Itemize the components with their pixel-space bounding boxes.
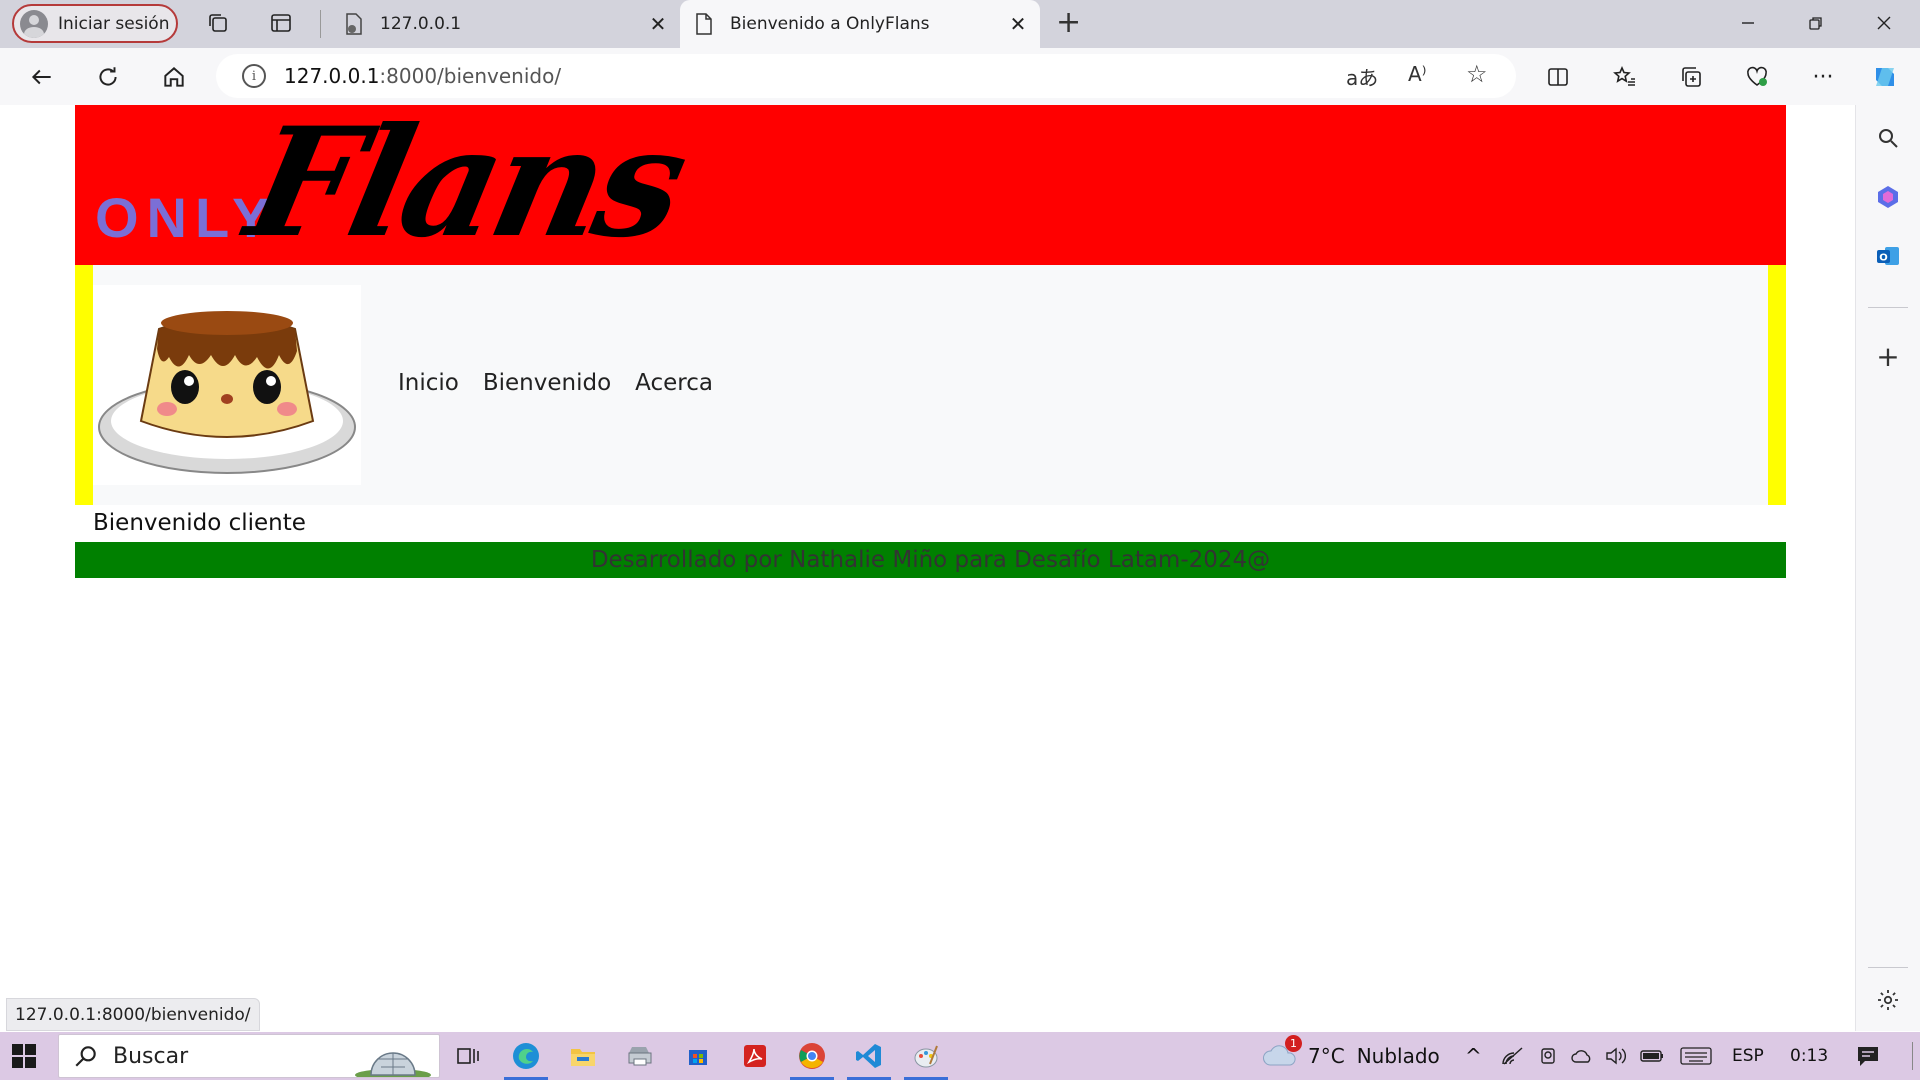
microsoft-store-icon[interactable] bbox=[682, 1040, 714, 1072]
show-desktop-divider[interactable] bbox=[1912, 1042, 1913, 1070]
acrobat-reader-icon[interactable] bbox=[739, 1040, 771, 1072]
flan-logo-image bbox=[93, 285, 361, 485]
workspaces-icon[interactable] bbox=[203, 8, 233, 38]
svg-text:O: O bbox=[1879, 253, 1888, 264]
url-host: 127.0.0.1 bbox=[284, 64, 380, 88]
task-view-icon[interactable] bbox=[452, 1040, 484, 1072]
outlook-icon[interactable]: O bbox=[1873, 241, 1903, 271]
tab-title: 127.0.0.1 bbox=[380, 14, 462, 34]
url-path: :8000/bienvenido/ bbox=[379, 64, 562, 88]
tab-title: Bienvenido a OnlyFlans bbox=[730, 14, 930, 34]
file-explorer-icon[interactable] bbox=[567, 1040, 599, 1072]
search-icon bbox=[73, 1043, 99, 1069]
weather-temperature: 7°C bbox=[1308, 1044, 1345, 1068]
close-tab-icon[interactable]: ✕ bbox=[1006, 12, 1030, 36]
page-icon bbox=[694, 13, 714, 35]
site-footer: Desarrollado por Nathalie Miño para Desa… bbox=[75, 542, 1786, 578]
nav-link-bienvenido[interactable]: Bienvenido bbox=[483, 370, 611, 396]
battery-icon[interactable] bbox=[1640, 1032, 1664, 1080]
nav-link-inicio[interactable]: Inicio bbox=[398, 370, 459, 396]
browser-tab-strip: Iniciar sesión 127.0.0.1 ✕ Bienvenido a … bbox=[0, 0, 1920, 48]
vscode-icon[interactable] bbox=[847, 1040, 891, 1080]
tab-actions-icon[interactable] bbox=[266, 8, 296, 38]
cloud-icon: 1 bbox=[1262, 1035, 1302, 1071]
favorite-star-icon[interactable]: ☆ bbox=[1466, 60, 1488, 88]
sidebar-divider bbox=[1868, 307, 1908, 308]
browser-essentials-icon[interactable] bbox=[1740, 60, 1774, 94]
windows-taskbar: Buscar 1 7°C Nublado ^ ESP 0:13 bbox=[0, 1032, 1920, 1081]
show-hidden-icons-chevron-up-icon[interactable]: ^ bbox=[1465, 1032, 1482, 1080]
printer-app-icon[interactable] bbox=[624, 1040, 656, 1072]
windows-start-icon[interactable] bbox=[12, 1044, 36, 1068]
close-window-icon[interactable] bbox=[1864, 8, 1904, 38]
profile-button[interactable]: Iniciar sesión bbox=[12, 4, 178, 43]
weather-description: Nublado bbox=[1356, 1044, 1440, 1068]
camera-icon[interactable] bbox=[1538, 1032, 1558, 1080]
chrome-icon[interactable] bbox=[790, 1040, 834, 1080]
profile-label: Iniciar sesión bbox=[58, 13, 170, 34]
weather-badge: 1 bbox=[1285, 1035, 1302, 1052]
notifications-icon[interactable] bbox=[1856, 1032, 1880, 1080]
read-aloud-icon[interactable]: A⁾ bbox=[1408, 62, 1427, 86]
edge-taskbar-icon[interactable] bbox=[504, 1040, 548, 1080]
status-bar-url: 127.0.0.1:8000/bienvenido/ bbox=[6, 998, 260, 1031]
logo-flans-text: Flans bbox=[234, 95, 696, 271]
copilot-sidebar-icon[interactable] bbox=[1873, 182, 1903, 212]
language-indicator[interactable]: ESP bbox=[1732, 1032, 1764, 1080]
nav-links: Inicio Bienvenido Acerca bbox=[398, 370, 713, 396]
onedrive-cloud-icon[interactable] bbox=[1570, 1032, 1594, 1080]
minimize-icon[interactable] bbox=[1728, 8, 1768, 38]
network-wifi-icon[interactable] bbox=[1502, 1032, 1524, 1080]
sidebar-divider bbox=[1868, 967, 1908, 968]
site-header: ONLY Flans bbox=[75, 95, 1786, 271]
settings-gear-icon[interactable] bbox=[1873, 985, 1903, 1015]
address-bar[interactable]: i 127.0.0.1:8000/bienvenido/ aあ A⁾ ☆ bbox=[216, 54, 1516, 98]
avatar bbox=[20, 9, 48, 38]
refresh-icon[interactable] bbox=[91, 60, 125, 94]
restore-icon[interactable] bbox=[1796, 8, 1836, 38]
back-icon[interactable] bbox=[25, 60, 59, 94]
site-info-icon[interactable]: i bbox=[242, 64, 266, 88]
page-viewport: ONLY Flans Inicio Bienvenido Acerca Bien… bbox=[6, 95, 1856, 1031]
taskbar-search-label: Buscar bbox=[113, 1043, 189, 1069]
tab-localhost[interactable]: 127.0.0.1 ✕ bbox=[330, 0, 680, 48]
volume-icon[interactable] bbox=[1604, 1032, 1626, 1080]
keyboard-icon[interactable] bbox=[1680, 1032, 1712, 1080]
clock[interactable]: 0:13 bbox=[1790, 1032, 1828, 1080]
favorites-icon[interactable] bbox=[1608, 60, 1642, 94]
split-screen-icon[interactable] bbox=[1541, 60, 1575, 94]
page-error-icon bbox=[344, 13, 364, 35]
add-icon[interactable]: + bbox=[1873, 340, 1903, 373]
more-options-icon[interactable]: ··· bbox=[1806, 60, 1840, 94]
igloo-search-highlight-icon bbox=[353, 1037, 433, 1083]
edge-sidebar: O + bbox=[1856, 105, 1920, 1031]
footer-text: Desarrollado por Nathalie Miño para Desa… bbox=[590, 547, 1271, 573]
paint-icon[interactable] bbox=[904, 1040, 948, 1080]
taskbar-search[interactable]: Buscar bbox=[58, 1034, 440, 1081]
tab-bienvenido[interactable]: Bienvenido a OnlyFlans ✕ bbox=[680, 0, 1040, 48]
welcome-message: Bienvenido cliente bbox=[93, 510, 306, 536]
translate-icon[interactable]: aあ bbox=[1346, 62, 1378, 91]
new-tab-icon[interactable]: + bbox=[1056, 8, 1081, 38]
close-tab-icon[interactable]: ✕ bbox=[646, 12, 670, 36]
nav-link-acerca[interactable]: Acerca bbox=[635, 370, 713, 396]
collections-icon[interactable] bbox=[1674, 60, 1708, 94]
copilot-icon[interactable] bbox=[1868, 60, 1902, 94]
navbar: Inicio Bienvenido Acerca bbox=[75, 265, 1786, 505]
weather-widget[interactable]: 1 7°C Nublado bbox=[1262, 1032, 1440, 1080]
home-icon[interactable] bbox=[157, 60, 191, 94]
search-icon[interactable] bbox=[1873, 123, 1903, 153]
